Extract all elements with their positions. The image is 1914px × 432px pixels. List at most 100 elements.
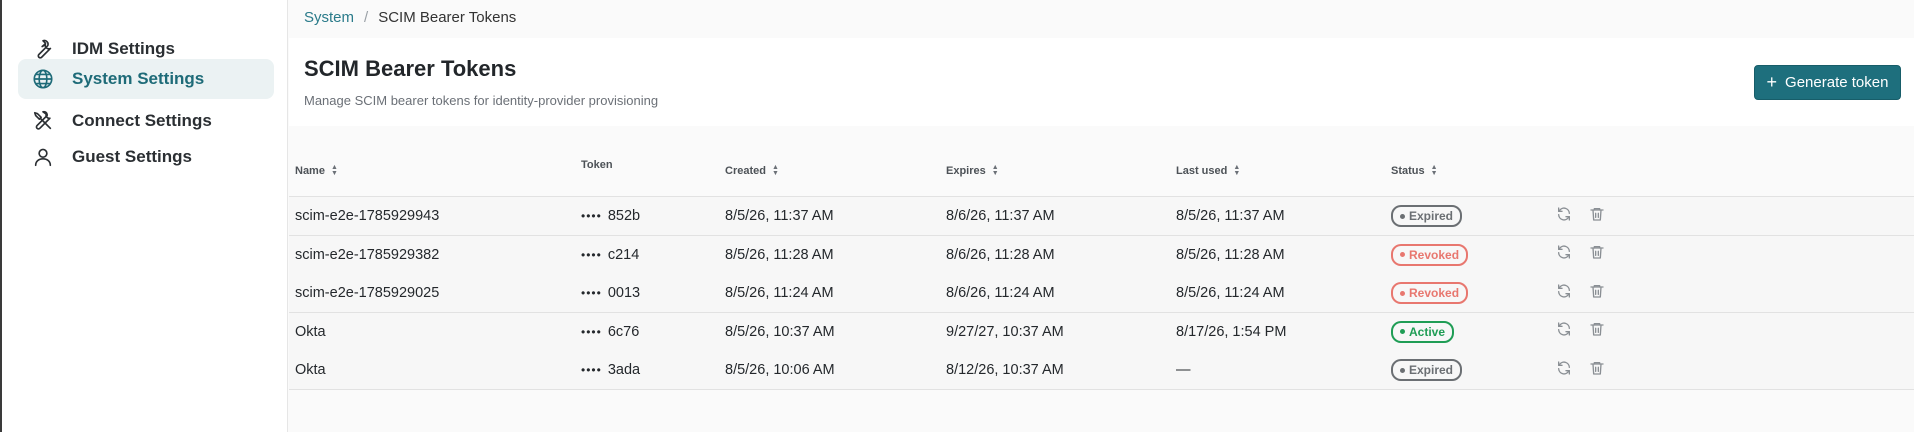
- created-date: 8/5/26, 10:37 AM: [725, 323, 835, 340]
- last-used-date: 8/5/26, 11:28 AM: [1176, 246, 1285, 263]
- refresh-icon: [1556, 283, 1572, 304]
- delete-token-button[interactable]: [1586, 244, 1608, 266]
- breadcrumb-link-system[interactable]: System: [304, 9, 354, 26]
- sidebar-item-label: Guest Settings: [72, 147, 192, 166]
- generate-token-button[interactable]: + Generate token: [1754, 65, 1901, 100]
- token-suffix: c214: [607, 246, 640, 263]
- last-used-date: —: [1176, 362, 1191, 378]
- sort-icon: ▲ ▼: [771, 164, 779, 177]
- token-name: Okta: [295, 362, 326, 378]
- main-content: System / SCIM Bearer Tokens SCIM Bearer …: [289, 0, 1914, 432]
- refresh-icon: [1556, 321, 1572, 342]
- status-dot-icon: [1400, 213, 1405, 219]
- token-mask: ••••: [581, 363, 602, 377]
- status-badge: Expired: [1391, 205, 1463, 227]
- status-cell: Active: [1391, 313, 1455, 351]
- column-header-expires[interactable]: Expires ▲ ▼: [946, 146, 999, 196]
- rotate-token-button[interactable]: [1553, 205, 1575, 227]
- status-dot-icon: [1400, 329, 1405, 334]
- sidebar-item-label: System Settings: [72, 69, 205, 88]
- rotate-token-button[interactable]: [1553, 321, 1575, 343]
- token-name-cell: Okta: [295, 351, 326, 389]
- created-cell: 8/5/26, 11:28 AM: [725, 236, 834, 274]
- column-header-label: Created: [725, 165, 766, 177]
- token-cell: •••• 6c76: [581, 313, 639, 351]
- breadcrumb-separator: /: [364, 9, 369, 26]
- created-cell: 8/5/26, 10:37 AM: [725, 313, 835, 351]
- created-cell: 8/5/26, 10:06 AM: [725, 351, 835, 389]
- token-suffix: 0013: [607, 285, 641, 301]
- status-dot-icon: [1400, 290, 1405, 296]
- sidebar-item-connect-settings[interactable]: Connect Settings: [18, 101, 274, 141]
- table-row: scim-e2e-1785929943 •••• 852b 8/5/26, 11…: [289, 197, 1914, 236]
- status-badge: Revoked: [1391, 243, 1469, 266]
- generate-token-label: Generate token: [1785, 74, 1889, 91]
- breadcrumb: System / SCIM Bearer Tokens: [304, 9, 516, 26]
- last-used-cell: 8/17/26, 1:54 PM: [1176, 313, 1286, 351]
- delete-token-button[interactable]: [1586, 321, 1608, 343]
- trash-icon: [1589, 244, 1605, 265]
- page-title: SCIM Bearer Tokens: [304, 56, 517, 81]
- token-cell: •••• 3ada: [581, 351, 640, 389]
- expires-date: 8/6/26, 11:28 AM: [946, 246, 1055, 263]
- table-row: scim-e2e-1785929025 •••• 0013 8/5/26, 11…: [289, 274, 1914, 313]
- rotate-token-button[interactable]: [1553, 282, 1575, 304]
- tools-icon: [30, 108, 56, 134]
- delete-token-button[interactable]: [1586, 359, 1608, 381]
- delete-token-button[interactable]: [1586, 282, 1608, 304]
- table-header: Name ▲ ▼ Token Created ▲ ▼ Expires ▲ ▼ Last…: [289, 146, 1914, 197]
- refresh-icon: [1556, 206, 1572, 227]
- last-used-cell: 8/5/26, 11:24 AM: [1176, 274, 1285, 312]
- token-suffix: 6c76: [607, 323, 640, 340]
- expires-date: 9/27/27, 10:37 AM: [946, 323, 1064, 340]
- sidebar-item-label: Connect Settings: [72, 111, 212, 130]
- column-header-status[interactable]: Status ▲ ▼: [1391, 146, 1438, 196]
- last-used-cell: 8/5/26, 11:28 AM: [1176, 236, 1285, 274]
- refresh-icon: [1556, 244, 1572, 265]
- expires-date: 8/6/26, 11:24 AM: [946, 285, 1055, 301]
- last-used-date: 8/17/26, 1:54 PM: [1176, 323, 1287, 340]
- delete-token-button[interactable]: [1586, 205, 1608, 227]
- token-suffix: 852b: [607, 208, 641, 224]
- sort-icon: ▲ ▼: [330, 164, 338, 177]
- table-row: Okta •••• 3ada 8/5/26, 10:06 AM 8/12/26,…: [289, 351, 1914, 390]
- trash-icon: [1589, 360, 1605, 381]
- trash-icon: [1589, 206, 1605, 227]
- status-label: Active: [1409, 324, 1446, 339]
- column-header-name[interactable]: Name ▲ ▼: [295, 146, 338, 196]
- tokens-table: Name ▲ ▼ Token Created ▲ ▼ Expires ▲ ▼ Last…: [289, 146, 1914, 432]
- token-name-cell: Okta: [295, 313, 326, 351]
- column-header-token: Token: [581, 140, 613, 190]
- created-date: 8/5/26, 11:24 AM: [725, 285, 834, 301]
- status-label: Expired: [1409, 363, 1454, 377]
- column-header-label: Last used: [1176, 165, 1228, 177]
- last-used-cell: 8/5/26, 11:37 AM: [1176, 197, 1285, 235]
- column-header-label: Name: [295, 165, 325, 177]
- status-cell: Expired: [1391, 197, 1463, 235]
- rotate-token-button[interactable]: [1553, 244, 1575, 266]
- sort-icon: ▲ ▼: [1430, 164, 1438, 177]
- sidebar-item-system-settings[interactable]: System Settings: [18, 59, 274, 99]
- trash-icon: [1589, 283, 1605, 304]
- token-mask: ••••: [581, 247, 602, 262]
- created-cell: 8/5/26, 11:37 AM: [725, 197, 834, 235]
- last-used-date: 8/5/26, 11:24 AM: [1176, 285, 1285, 301]
- column-header-created[interactable]: Created ▲ ▼: [725, 146, 779, 196]
- column-header-last-used[interactable]: Last used ▲ ▼: [1176, 146, 1240, 196]
- status-badge: Expired: [1391, 359, 1463, 381]
- created-date: 8/5/26, 11:37 AM: [725, 208, 834, 224]
- token-name-cell: scim-e2e-1785929382: [295, 236, 439, 274]
- status-badge: Revoked: [1391, 282, 1469, 304]
- rotate-token-button[interactable]: [1553, 359, 1575, 381]
- token-mask: ••••: [581, 324, 602, 339]
- sidebar-item-guest-settings[interactable]: Guest Settings: [18, 137, 274, 177]
- token-mask: ••••: [581, 209, 602, 223]
- plus-icon: +: [1766, 71, 1778, 92]
- token-cell: •••• 0013: [581, 274, 640, 312]
- breadcrumb-current: SCIM Bearer Tokens: [378, 9, 517, 26]
- status-dot-icon: [1400, 252, 1405, 257]
- last-used-date: 8/5/26, 11:37 AM: [1176, 208, 1285, 224]
- sidebar-item-label: IDM Settings: [72, 39, 175, 58]
- globe-icon: [30, 66, 56, 92]
- token-name: scim-e2e-1785929382: [295, 246, 440, 263]
